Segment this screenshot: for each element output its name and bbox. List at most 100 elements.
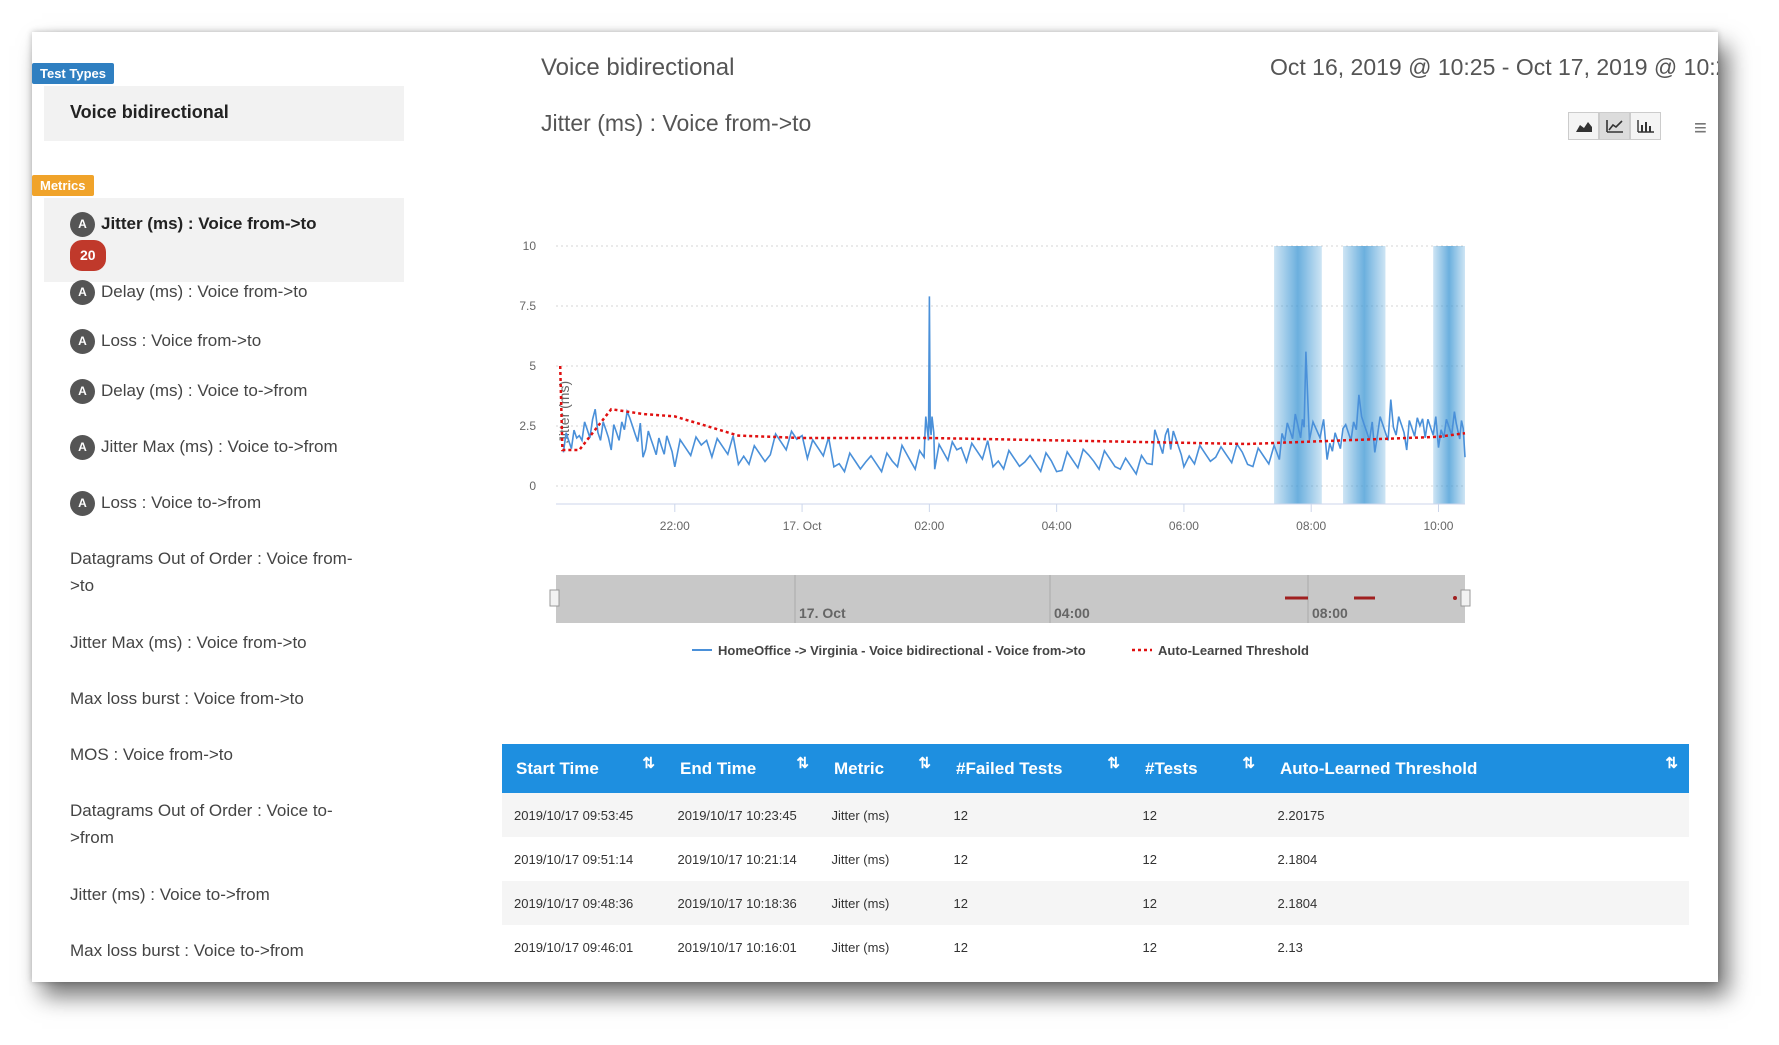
sort-icon[interactable]: ⇅: [1242, 754, 1255, 772]
x-tick-label: 08:00: [1296, 519, 1326, 533]
sort-icon[interactable]: ⇅: [642, 754, 655, 772]
sort-icon[interactable]: ⇅: [796, 754, 809, 772]
table-row[interactable]: 2019/10/17 09:46:01 2019/10/17 10:16:01 …: [502, 925, 1689, 969]
bar-chart-icon: [1637, 119, 1655, 133]
table-row[interactable]: 2019/10/17 09:53:45 2019/10/17 10:23:45 …: [502, 793, 1689, 837]
sort-icon[interactable]: ⇅: [1665, 754, 1678, 772]
alert-count-badge: 20: [70, 240, 106, 271]
app-window: Test Types Voice bidirectional Metrics A…: [32, 32, 1718, 982]
bar-chart-button[interactable]: [1630, 112, 1661, 140]
cell-tests: 12: [1131, 793, 1266, 837]
metric-item[interactable]: Jitter Max (ms) : Voice from->to: [70, 629, 307, 656]
page-title: Voice bidirectional: [541, 54, 734, 82]
metric-item[interactable]: A Loss : Voice from->to: [70, 327, 261, 354]
auto-badge: A: [70, 491, 95, 516]
metric-item[interactable]: Datagrams Out of Order : Voice to- >from: [70, 797, 333, 851]
cell-start-time: 2019/10/17 09:51:14: [502, 837, 666, 881]
column-header-tests[interactable]: #Tests⇅: [1131, 744, 1266, 793]
area-chart-icon: [1575, 119, 1593, 133]
metric-label: MOS : Voice from->to: [70, 745, 233, 764]
y-tick-label: 10: [523, 239, 537, 253]
test-type-item[interactable]: Voice bidirectional: [44, 86, 404, 141]
metric-label: Jitter (ms) : Voice to->from: [70, 885, 270, 904]
cell-start-time: 2019/10/17 09:46:01: [502, 925, 666, 969]
cell-end-time: 2019/10/17 10:16:01: [666, 925, 820, 969]
cell-end-time: 2019/10/17 10:21:14: [666, 837, 820, 881]
line-chart-icon: [1606, 119, 1624, 133]
x-tick-label: 10:00: [1423, 519, 1453, 533]
series-line-jitter: [563, 296, 1465, 474]
cell-threshold: 2.1804: [1266, 881, 1689, 925]
column-header-end-time[interactable]: End Time⇅: [666, 744, 820, 793]
date-range: Oct 16, 2019 @ 10:25 - Oct 17, 2019 @ 10…: [1270, 54, 1718, 81]
navigator-left-handle[interactable]: [550, 590, 559, 606]
cell-metric: Jitter (ms): [820, 837, 942, 881]
jitter-chart: 02.557.510 22:0017. Oct02:0004:0006:0008…: [502, 212, 1702, 742]
y-axis-label: Jitter (ms): [556, 381, 572, 443]
x-tick-label: 22:00: [660, 519, 690, 533]
column-header-failed-tests[interactable]: #Failed Tests⇅: [942, 744, 1131, 793]
y-tick-label: 2.5: [519, 419, 536, 433]
sort-icon[interactable]: ⇅: [1107, 754, 1120, 772]
anomaly-band: [1274, 246, 1322, 504]
cell-failed-tests: 12: [942, 881, 1131, 925]
metric-item[interactable]: Datagrams Out of Order : Voice from- >to: [70, 545, 352, 599]
cell-start-time: 2019/10/17 09:53:45: [502, 793, 666, 837]
metric-item[interactable]: A Delay (ms) : Voice to->from: [70, 377, 307, 404]
legend-item-jitter[interactable]: HomeOffice -> Virginia - Voice bidirecti…: [718, 643, 1086, 658]
navigator-label: 04:00: [1054, 605, 1090, 621]
column-header-threshold[interactable]: Auto-Learned Threshold⇅: [1266, 744, 1689, 793]
metric-label: Jitter Max (ms) : Voice to->from: [101, 437, 338, 456]
auto-badge: A: [70, 329, 95, 354]
cell-threshold: 2.20175: [1266, 793, 1689, 837]
sort-icon[interactable]: ⇅: [918, 754, 931, 772]
metric-label: Loss : Voice from->to: [101, 331, 261, 350]
legend-item-threshold[interactable]: Auto-Learned Threshold: [1158, 643, 1309, 658]
metric-item[interactable]: Max loss burst : Voice to->from: [70, 937, 304, 964]
metric-item[interactable]: A Delay (ms) : Voice from->to: [70, 278, 307, 305]
cell-tests: 12: [1131, 925, 1266, 969]
range-navigator[interactable]: 17. Oct 04:00 08:00: [550, 575, 1470, 623]
metric-item[interactable]: Max loss burst : Voice from->to: [70, 685, 304, 712]
table-row[interactable]: 2019/10/17 09:51:14 2019/10/17 10:21:14 …: [502, 837, 1689, 881]
metric-label: Max loss burst : Voice from->to: [70, 689, 304, 708]
cell-metric: Jitter (ms): [820, 793, 942, 837]
column-header-metric[interactable]: Metric⇅: [820, 744, 942, 793]
navigator-label: 08:00: [1312, 605, 1348, 621]
metric-label: Delay (ms) : Voice to->from: [101, 381, 307, 400]
metric-item[interactable]: Jitter (ms) : Voice to->from: [70, 881, 270, 908]
cell-failed-tests: 12: [942, 925, 1131, 969]
metric-label: Delay (ms) : Voice from->to: [101, 282, 307, 301]
cell-failed-tests: 12: [942, 793, 1131, 837]
chart-legend: HomeOffice -> Virginia - Voice bidirecti…: [692, 643, 1309, 658]
metric-item[interactable]: AJitter Max (ms) : Voice to->from: [70, 433, 338, 460]
area-chart-button[interactable]: [1568, 112, 1599, 140]
metric-label-continued: >from: [70, 824, 333, 851]
anomaly-band: [1343, 246, 1385, 504]
cell-threshold: 2.1804: [1266, 837, 1689, 881]
x-tick-label: 04:00: [1042, 519, 1072, 533]
auto-badge: A: [70, 280, 95, 305]
line-chart-button[interactable]: [1599, 112, 1630, 140]
chart-title: Jitter (ms) : Voice from->to: [541, 110, 811, 137]
y-tick-label: 7.5: [519, 299, 536, 313]
metric-item-active[interactable]: AJitter (ms) : Voice from->to 20: [44, 198, 404, 282]
metric-item[interactable]: MOS : Voice from->to: [70, 741, 233, 768]
metric-label: Loss : Voice to->from: [101, 493, 261, 512]
metric-label: Datagrams Out of Order : Voice from-: [70, 545, 352, 572]
metric-label: Jitter Max (ms) : Voice from->to: [70, 633, 307, 652]
column-header-start-time[interactable]: Start Time⇅: [502, 744, 666, 793]
test-types-tag: Test Types: [32, 63, 114, 84]
navigator-alert-mark: [1453, 596, 1457, 600]
metric-item[interactable]: A Loss : Voice to->from: [70, 489, 261, 516]
hamburger-menu-icon[interactable]: ≡: [1694, 115, 1707, 141]
y-tick-label: 5: [529, 359, 536, 373]
auto-badge: A: [70, 379, 95, 404]
table-row[interactable]: 2019/10/17 09:48:36 2019/10/17 10:18:36 …: [502, 881, 1689, 925]
metric-label: Datagrams Out of Order : Voice to-: [70, 797, 333, 824]
cell-tests: 12: [1131, 837, 1266, 881]
navigator-right-handle[interactable]: [1461, 590, 1470, 606]
metrics-tag: Metrics: [32, 175, 94, 196]
x-tick-label: 02:00: [914, 519, 944, 533]
chart-type-toggle: [1568, 112, 1661, 140]
